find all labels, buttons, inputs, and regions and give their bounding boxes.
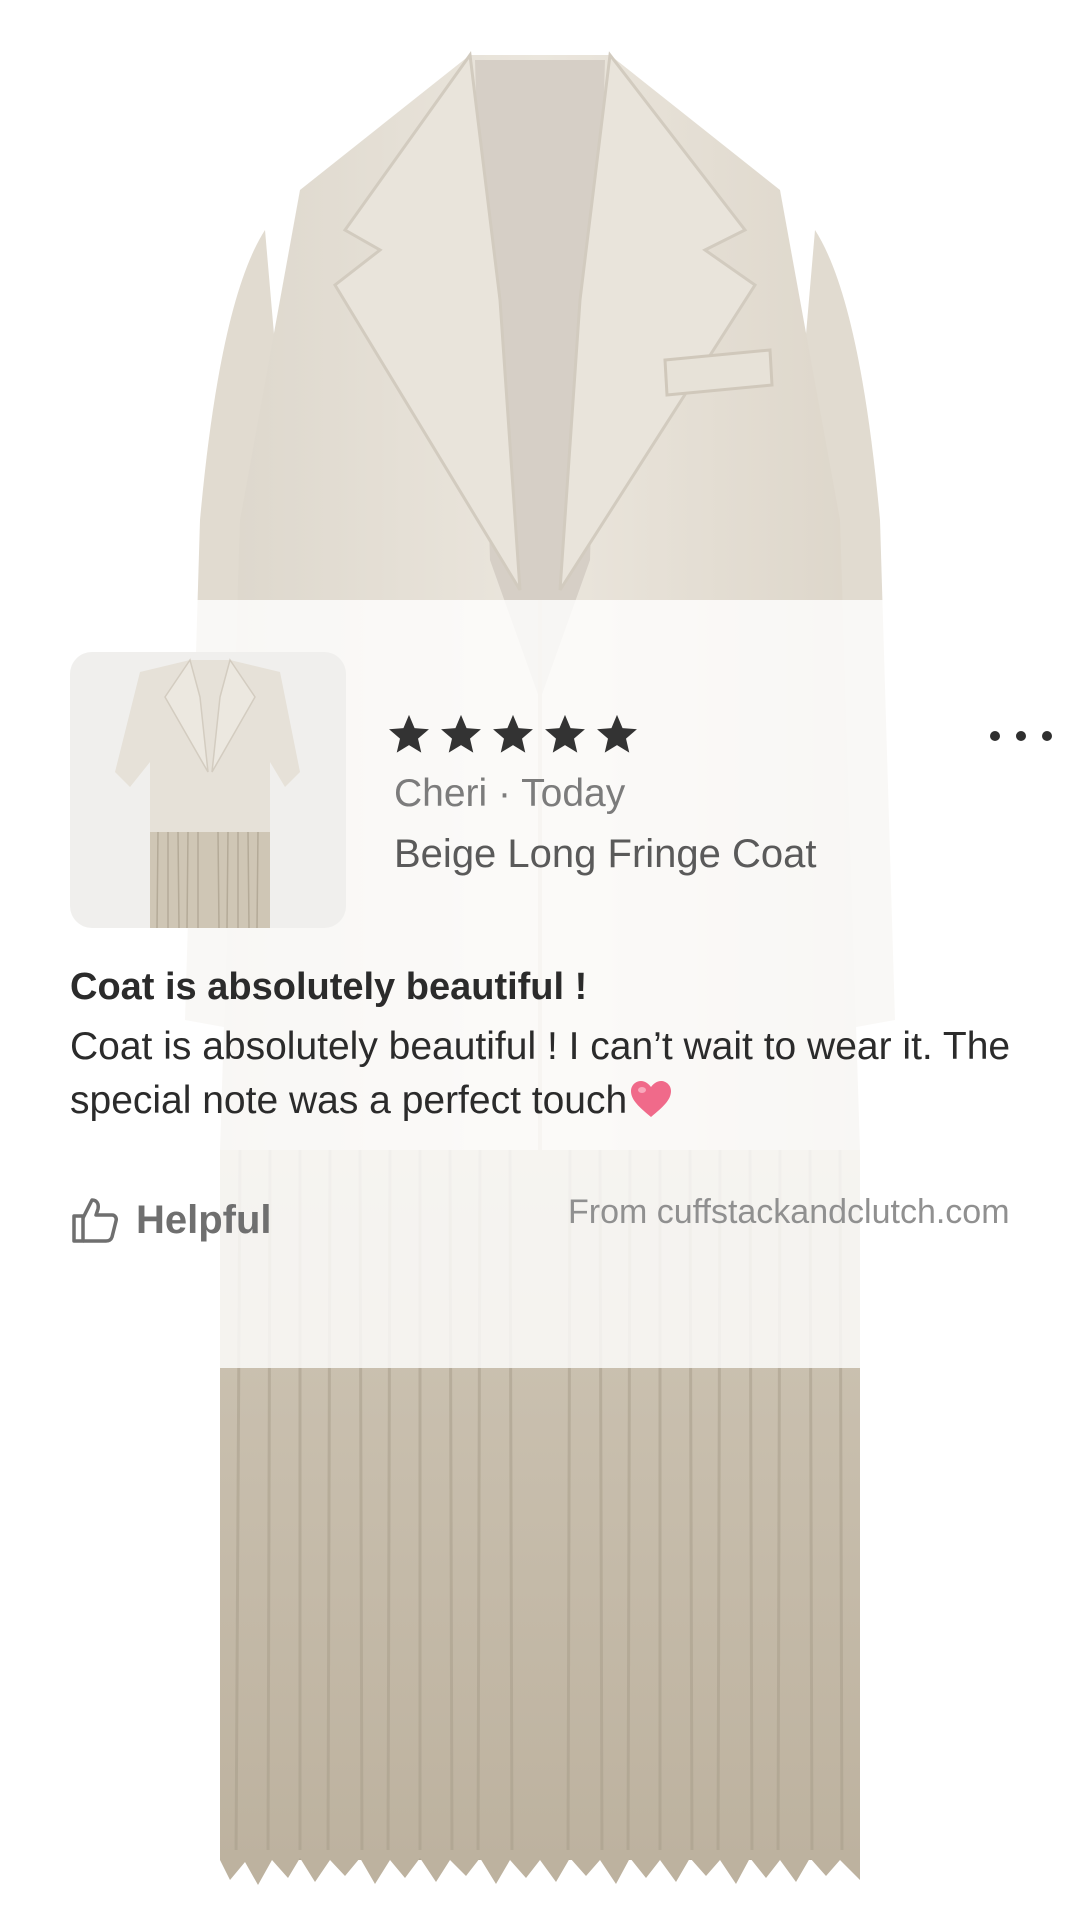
helpful-label: Helpful [136, 1197, 272, 1242]
review-body: Coat is absolutely beautiful ! I can’t w… [70, 1020, 1050, 1128]
review-screen: Cheri · Today Beige Long Fringe Coat Coa… [0, 0, 1080, 1920]
more-options-button[interactable] [990, 718, 1052, 754]
more-options-dot [1016, 731, 1026, 741]
star-icon [597, 714, 637, 753]
more-options-icon [990, 731, 1000, 741]
rating-stars [386, 712, 640, 758]
star-icon [441, 714, 481, 753]
more-options-dot [1042, 731, 1052, 741]
star-icon [389, 714, 429, 753]
star-icon [545, 714, 585, 753]
helpful-button[interactable]: Helpful [70, 1196, 272, 1244]
product-name[interactable]: Beige Long Fringe Coat [394, 832, 817, 877]
review-title: Coat is absolutely beautiful ! [70, 966, 588, 1008]
pink-heart-emoji-icon [631, 1081, 672, 1117]
thumbs-up-icon [72, 1198, 118, 1243]
review-source: From cuffstackandclutch.com [568, 1193, 1010, 1231]
star-icon [493, 714, 533, 753]
review-author-date: Cheri · Today [394, 772, 626, 815]
review-body-text: Coat is absolutely beautiful ! I can’t w… [70, 1025, 1011, 1122]
product-thumbnail-image [115, 658, 300, 928]
product-thumbnail[interactable] [70, 652, 346, 928]
